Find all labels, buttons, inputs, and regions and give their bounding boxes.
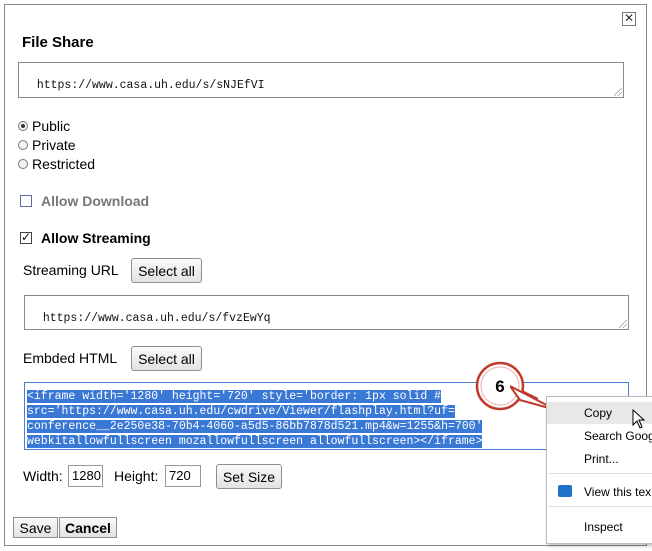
allow-download-label: Allow Download [41,193,150,209]
resize-grip-icon[interactable] [614,88,622,96]
width-label: Width: [23,468,63,484]
resize-grip-icon[interactable] [619,320,627,328]
radio-private-label: Private [32,137,76,153]
mouse-cursor-icon [632,409,646,429]
radio-private-icon[interactable] [18,140,28,150]
menu-item-print-label: Print... [584,452,619,466]
menu-item-copy-label: Copy [584,406,613,420]
book-icon [558,485,572,497]
radio-restricted-icon[interactable] [18,159,28,169]
radio-public-label: Public [32,118,71,134]
dialog-title: File Share [22,34,94,51]
embed-html-label: Embded HTML [23,350,118,366]
radio-restricted[interactable]: Restricted [18,156,95,172]
allow-streaming-checkbox[interactable]: Allow Streaming [20,230,151,246]
menu-item-inspect[interactable]: Inspect [547,516,652,538]
radio-restricted-label: Restricted [32,156,96,172]
menu-separator [548,473,652,474]
embed-line-4: webkitallowfullscreen mozallowfullscreen… [27,435,483,448]
radio-private[interactable]: Private [18,137,76,153]
embed-select-all-button[interactable]: Select all [131,346,202,371]
share-url-field[interactable]: https://www.casa.uh.edu/s/sNJEfVI [18,62,624,98]
width-input[interactable]: 1280 [68,465,103,487]
allow-download-checkbox[interactable]: Allow Download [20,193,149,209]
radio-public[interactable]: Public [18,118,70,134]
cancel-button[interactable]: Cancel [59,517,117,538]
menu-item-inspect-label: Inspect [584,520,623,534]
menu-item-search-label: Search Goog [584,429,652,443]
share-url-text: https://www.casa.uh.edu/s/sNJEfVI [36,79,265,92]
streaming-url-text: https://www.casa.uh.edu/s/fvzEwYq [42,312,271,325]
height-label: Height: [114,468,159,484]
set-size-button[interactable]: Set Size [216,464,282,489]
menu-item-view-text-label: View this tex [584,485,652,499]
radio-public-icon[interactable] [18,121,28,131]
allow-streaming-label: Allow Streaming [41,230,151,246]
streaming-select-all-button[interactable]: Select all [131,258,202,283]
streaming-url-field[interactable]: https://www.casa.uh.edu/s/fvzEwYq [24,295,629,330]
height-input[interactable]: 720 [165,465,201,487]
step-number: 6 [495,377,504,396]
menu-item-view-text[interactable]: View this tex [547,481,652,503]
streaming-url-label: Streaming URL [23,262,119,278]
menu-separator [548,506,652,507]
menu-item-print[interactable]: Print... [547,448,652,470]
save-button[interactable]: Save [13,517,58,538]
checkbox-checked-icon[interactable] [20,230,32,244]
close-icon[interactable]: ✕ [622,12,636,26]
checkbox-icon[interactable] [20,195,32,207]
